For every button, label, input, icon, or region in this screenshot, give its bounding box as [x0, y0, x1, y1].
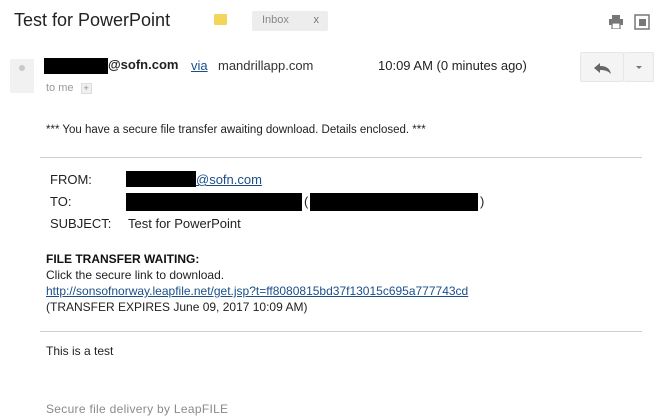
- subject-value: Test for PowerPoint: [128, 216, 241, 231]
- from-label: FROM:: [50, 172, 92, 187]
- avatar-icon: [19, 65, 25, 71]
- transfer-expiry: (TRANSFER EXPIRES June 09, 2017 10:09 AM…: [46, 300, 308, 314]
- recipient-line[interactable]: to me +: [46, 82, 92, 94]
- message-timestamp: 10:09 AM (0 minutes ago): [378, 58, 527, 73]
- secure-transfer-banner: *** You have a secure file transfer awai…: [46, 124, 426, 136]
- avatar[interactable]: [10, 59, 34, 93]
- popout-icon[interactable]: [634, 14, 650, 30]
- reply-icon: [594, 63, 611, 74]
- remove-label-button[interactable]: x: [314, 14, 320, 26]
- email-subject-title: Test for PowerPoint: [14, 10, 171, 30]
- file-transfer-heading: FILE TRANSFER WAITING:: [46, 252, 200, 266]
- to-close-paren: ): [480, 194, 485, 209]
- via-host: mandrillapp.com: [218, 58, 314, 73]
- file-transfer-instruction: Click the secure link to download.: [46, 268, 225, 282]
- subject-bar: Test for PowerPoint Inbox x: [0, 0, 659, 44]
- importance-marker-icon[interactable]: [214, 14, 227, 25]
- reply-button[interactable]: [580, 52, 624, 82]
- to-open-paren: (: [304, 194, 309, 209]
- redacted-from-name: [126, 171, 196, 187]
- sender-row: @sofn.com via mandrillapp.com 10:09 AM (…: [0, 50, 659, 98]
- expand-recipients-button[interactable]: +: [80, 83, 92, 94]
- leapfile-footer: Secure file delivery by LeapFILE: [46, 402, 229, 416]
- print-icon[interactable]: [608, 15, 624, 29]
- chevron-down-icon: [636, 66, 642, 69]
- divider: [40, 331, 642, 332]
- redacted-sender-name: [44, 58, 108, 74]
- more-actions-button[interactable]: [624, 52, 654, 82]
- divider: [40, 157, 642, 158]
- from-email-link[interactable]: @sofn.com: [196, 172, 262, 187]
- via-link[interactable]: via: [191, 58, 208, 73]
- redacted-to-name: [126, 193, 302, 211]
- inbox-label-text: Inbox: [262, 14, 289, 26]
- message-body: This is a test: [46, 344, 114, 358]
- recipient-text: to me: [46, 82, 74, 94]
- subject-label: SUBJECT:: [50, 216, 112, 231]
- redacted-to-email: [310, 193, 478, 211]
- inbox-label-chip[interactable]: Inbox x: [252, 11, 328, 31]
- to-label: TO:: [50, 194, 72, 209]
- download-link[interactable]: http://sonsofnorway.leapfile.net/get.jsp…: [46, 284, 468, 298]
- sender-email-domain: @sofn.com: [108, 57, 179, 72]
